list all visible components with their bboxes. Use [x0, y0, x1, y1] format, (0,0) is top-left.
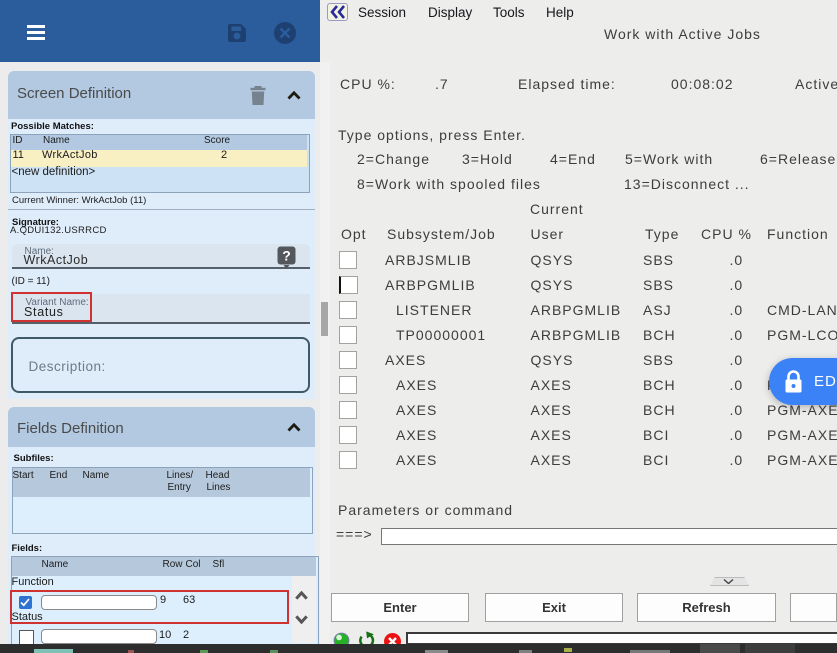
svg-text:?: ?: [282, 248, 291, 264]
